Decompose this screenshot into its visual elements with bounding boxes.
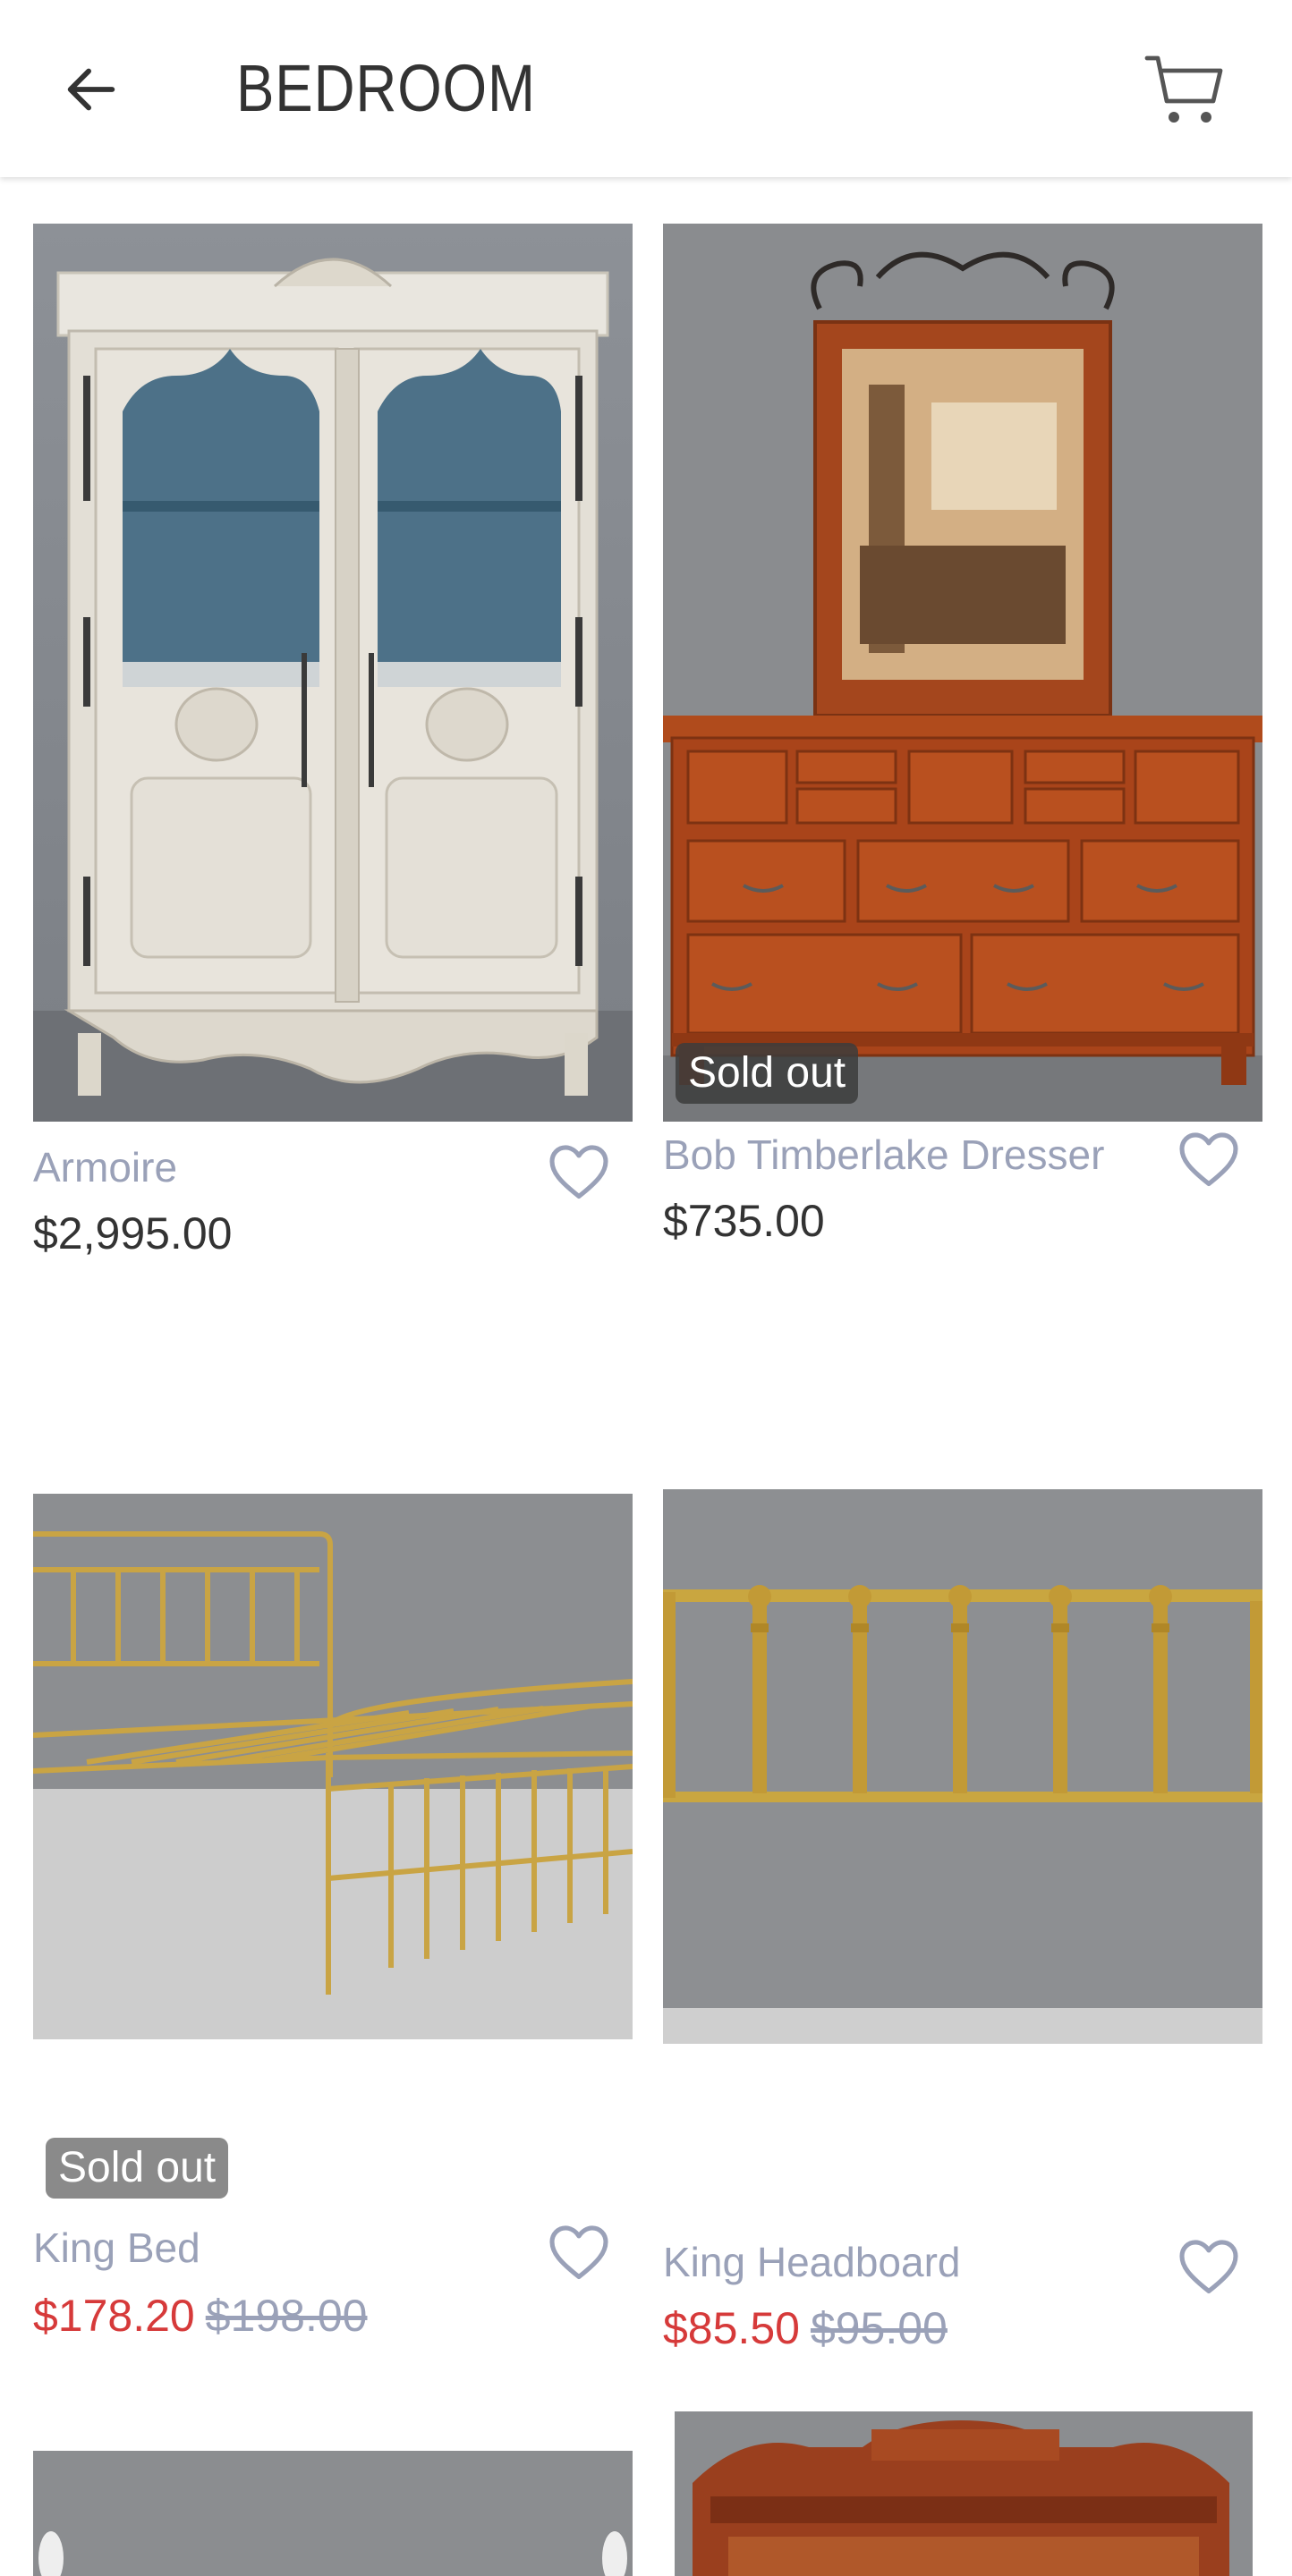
product-price: $2,995.00 [33,1208,232,1259]
product-image-armoire[interactable] [33,224,633,1122]
heart-outline-icon [549,1145,608,1199]
product-image-partial[interactable] [675,2411,1253,2576]
product-image-king-headboard[interactable] [663,1489,1262,2044]
heart-outline-icon [1179,2240,1238,2294]
price-regular: $2,995.00 [33,1208,233,1258]
product-image-partial[interactable] [33,2451,633,2576]
price-sale: $85.50 [663,2303,800,2353]
favorite-button[interactable] [544,2216,614,2286]
price-sale: $178.20 [33,2291,195,2341]
product-price: $735.00 [663,1195,825,1247]
shopping-cart-icon [1144,55,1223,123]
price-original: $95.00 [810,2303,948,2353]
product-name[interactable]: King Bed [33,2224,200,2272]
product-image-king-bed[interactable] [33,1494,633,2039]
product-price: $85.50 $95.00 [663,2302,948,2354]
back-button[interactable] [54,52,129,127]
favorite-button[interactable] [1174,2231,1244,2301]
sold-out-badge: Sold out [676,1043,859,1104]
arrow-left-icon [67,68,115,111]
favorite-button[interactable] [1174,1123,1244,1193]
product-name[interactable]: Bob Timberlake Dresser [663,1131,1104,1179]
heart-outline-icon [549,2225,608,2280]
sold-out-badge: Sold out [46,2138,229,2199]
product-name[interactable]: Armoire [33,1143,177,1191]
product-price: $178.20 $198.00 [33,2290,368,2342]
cart-button[interactable] [1142,48,1228,134]
app-bar: BEDROOM [0,0,1292,177]
price-regular: $735.00 [663,1196,825,1246]
price-original: $198.00 [205,2291,368,2341]
heart-outline-icon [1179,1132,1238,1187]
page-title: BEDROOM [236,51,536,125]
product-name[interactable]: King Headboard [663,2238,960,2286]
product-image-dresser[interactable]: Sold out [663,224,1262,1122]
favorite-button[interactable] [544,1136,614,1206]
